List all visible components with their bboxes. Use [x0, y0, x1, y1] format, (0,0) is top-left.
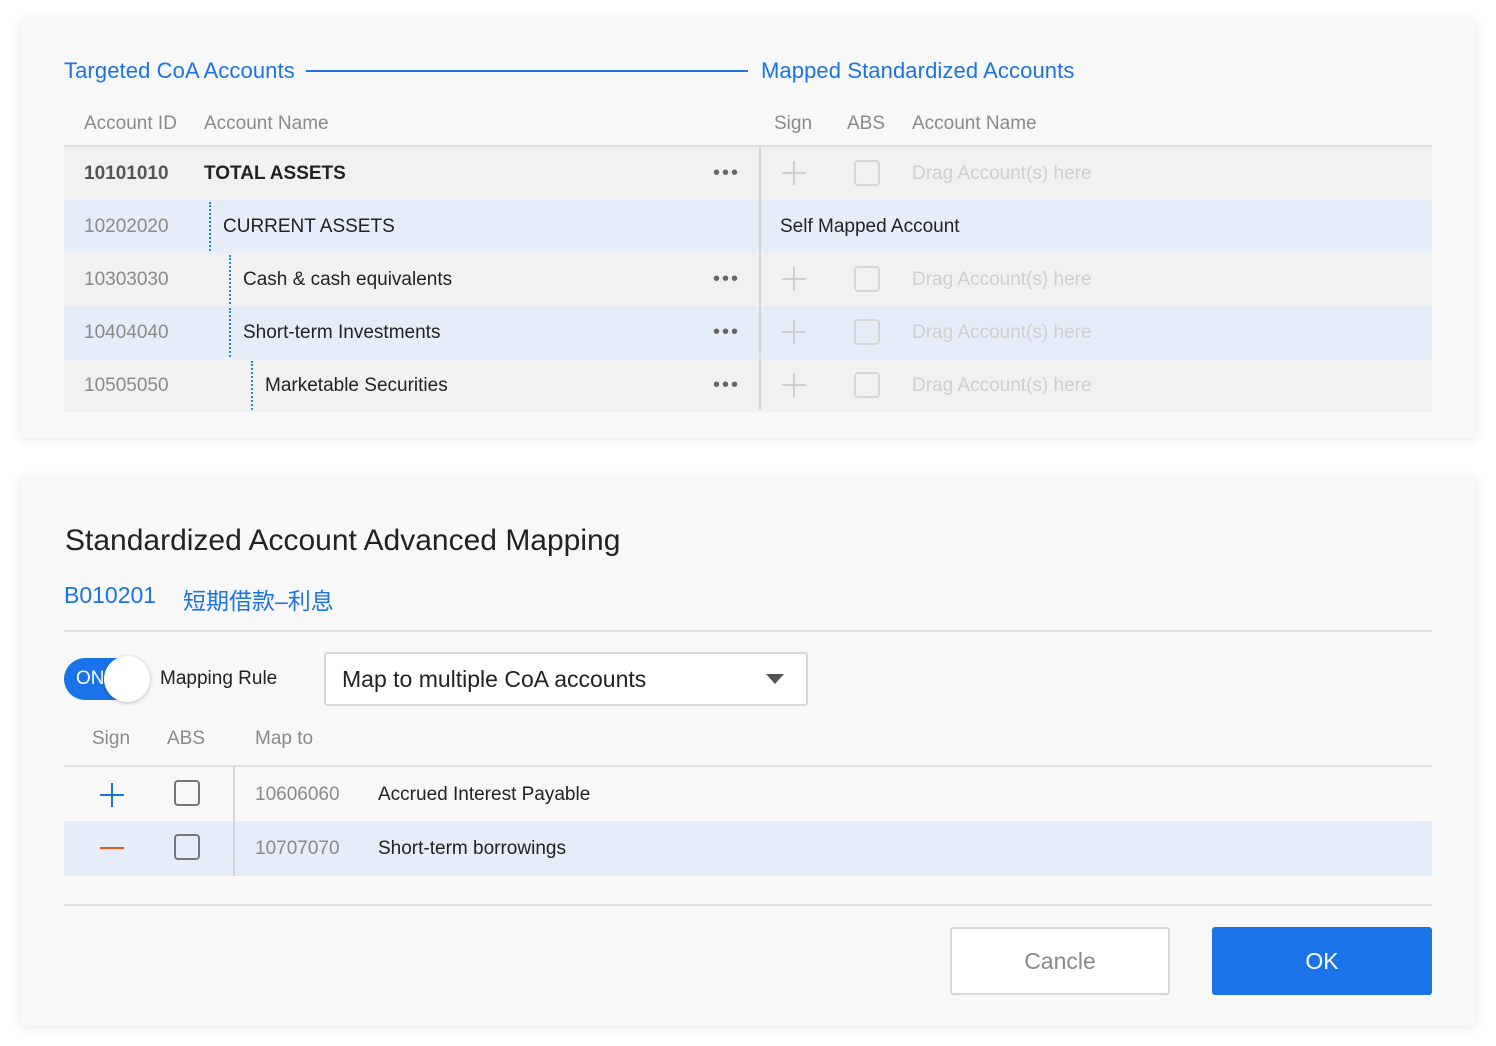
targeted-coa-title: Targeted CoA Accounts	[64, 58, 295, 83]
mapping-toggle[interactable]: ON	[64, 656, 150, 702]
account-name: Marketable Securities	[265, 375, 448, 396]
abs-checkbox[interactable]	[174, 780, 200, 806]
account-mapping-panel: Targeted CoA Accounts Mapped Standardize…	[20, 20, 1476, 438]
column-divider	[233, 766, 235, 876]
abs-checkbox[interactable]	[854, 160, 880, 186]
sign-plus-icon[interactable]	[782, 161, 806, 185]
drop-zone-placeholder[interactable]: Drag Account(s) here	[912, 147, 1092, 200]
mapping-rule-select[interactable]: Map to multiple CoA accounts	[324, 652, 808, 706]
col-header-sign: Sign	[774, 113, 813, 134]
minus-icon[interactable]	[100, 847, 124, 849]
ok-button[interactable]: OK	[1212, 927, 1432, 995]
tree-indent-line	[229, 308, 231, 357]
col-header-account-name: Account Name	[204, 113, 329, 134]
abs-checkbox[interactable]	[854, 372, 880, 398]
tree-indent-line	[229, 255, 231, 304]
mapping-row[interactable]: 10707070 Short-term borrowings	[64, 821, 1432, 876]
table-row[interactable]: 10202020 CURRENT ASSETS Self Mapped Acco…	[64, 200, 1432, 253]
mapped-account-name: Short-term borrowings	[378, 838, 566, 859]
table-row[interactable]: 10101010 TOTAL ASSETS ••• Drag Account(s…	[64, 147, 1432, 200]
abs-checkbox[interactable]	[854, 319, 880, 345]
plus-icon[interactable]	[100, 783, 124, 807]
account-id: 10505050	[84, 375, 169, 396]
account-id: 10101010	[84, 163, 169, 184]
account-name: Cash & cash equivalents	[243, 269, 453, 290]
more-options-icon[interactable]: •••	[713, 253, 740, 306]
sign-plus-icon[interactable]	[782, 320, 806, 344]
col-header-account-id: Account ID	[84, 113, 177, 134]
col-header-sign: Sign	[92, 728, 131, 749]
more-options-icon[interactable]: •••	[713, 306, 740, 359]
col-header-abs: ABS	[167, 728, 206, 749]
divider	[64, 630, 1432, 632]
advanced-mapping-dialog: Standardized Account Advanced Mapping B0…	[20, 478, 1476, 1026]
more-options-icon[interactable]: •••	[713, 147, 740, 200]
mapping-rule-label: Mapping Rule	[160, 668, 278, 689]
sign-plus-icon[interactable]	[782, 373, 806, 397]
mapped-standardized-title: Mapped Standardized Accounts	[761, 58, 1075, 83]
account-name: Short-term Investments	[243, 322, 441, 343]
toggle-knob	[104, 656, 150, 702]
abs-checkbox[interactable]	[854, 266, 880, 292]
account-id: 10202020	[84, 216, 169, 237]
drop-zone-placeholder[interactable]: Drag Account(s) here	[912, 306, 1092, 359]
mapped-account-name: Accrued Interest Payable	[378, 784, 591, 805]
table-row[interactable]: 10505050 Marketable Securities ••• Drag …	[64, 359, 1432, 412]
drop-zone-placeholder[interactable]: Drag Account(s) here	[912, 359, 1092, 412]
chevron-down-icon	[766, 674, 784, 684]
mapping-row[interactable]: 10606060 Accrued Interest Payable	[64, 767, 1432, 822]
mapping-rule-value: Map to multiple CoA accounts	[342, 666, 647, 692]
col-header-map-to: Map to	[255, 728, 314, 749]
more-options-icon[interactable]: •••	[713, 359, 740, 412]
tree-indent-line	[251, 361, 253, 410]
cancel-button[interactable]: Cancle	[950, 927, 1170, 995]
table-row[interactable]: 10303030 Cash & cash equivalents ••• Dra…	[64, 253, 1432, 306]
account-id: 10404040	[84, 322, 169, 343]
tree-indent-line	[209, 202, 211, 251]
account-id: 10303030	[84, 269, 169, 290]
sign-plus-icon[interactable]	[782, 267, 806, 291]
drop-zone-placeholder[interactable]: Drag Account(s) here	[912, 253, 1092, 306]
abs-checkbox[interactable]	[174, 834, 200, 860]
account-code: B010201	[64, 582, 157, 608]
table-row[interactable]: 10404040 Short-term Investments ••• Drag…	[64, 306, 1432, 359]
account-name-cn: 短期借款–利息	[183, 588, 334, 614]
col-header-mapped-account-name: Account Name	[912, 113, 1037, 134]
connector-line	[306, 70, 748, 72]
self-mapped-label: Self Mapped Account	[780, 216, 960, 237]
column-divider	[759, 147, 761, 410]
col-header-abs: ABS	[847, 113, 886, 134]
mapped-account-id: 10707070	[255, 838, 340, 859]
dialog-title: Standardized Account Advanced Mapping	[65, 524, 621, 557]
account-name: CURRENT ASSETS	[223, 216, 395, 237]
toggle-label: ON	[76, 668, 105, 689]
account-name: TOTAL ASSETS	[204, 163, 346, 184]
mapped-account-id: 10606060	[255, 784, 340, 805]
footer-divider	[64, 904, 1432, 906]
